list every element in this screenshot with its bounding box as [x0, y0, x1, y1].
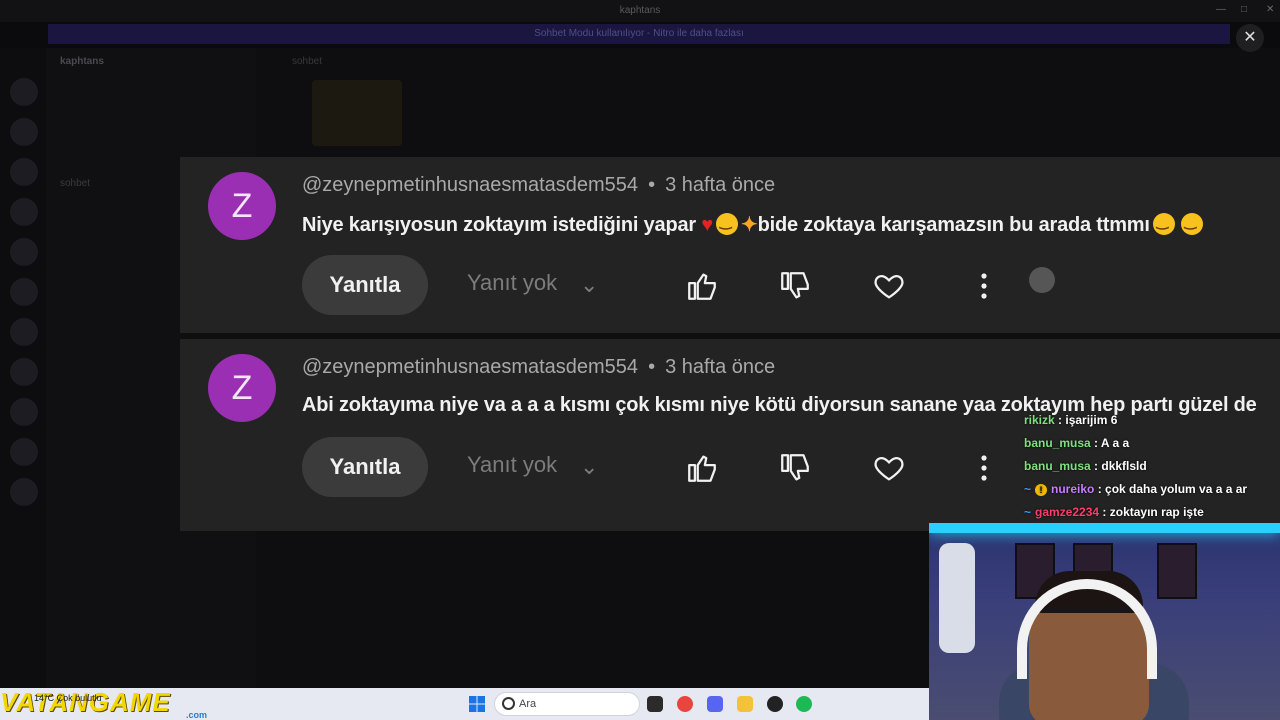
overlay-close-button[interactable]: ✕ [1236, 24, 1264, 52]
comment-text-part: Niye karışıyosun zoktayım istediğini yap… [302, 214, 696, 236]
taskbar-search[interactable]: Ara [494, 692, 640, 716]
chevron-down-icon[interactable]: ⌄ [580, 454, 598, 480]
window-title: kaphtans [619, 5, 661, 16]
window-titlebar: kaphtans [0, 0, 1280, 22]
taskbar: VATANGAME .com 14°C Çok bulutlu Ara [0, 687, 929, 720]
thumbs-up-icon[interactable] [685, 269, 719, 303]
file-explorer-icon[interactable] [737, 696, 753, 712]
comment-author[interactable]: @zeynepmetinhusnaesmatasdem554 [302, 356, 638, 378]
window-close-icon[interactable]: ✕ [1266, 4, 1274, 15]
server-icon[interactable] [10, 198, 38, 226]
chat-message: ~! nureiko : çok daha yolum va a a ar [1024, 482, 1247, 496]
comment: Z @zeynepmetinhusnaesmatasdem554 • 3 hafta… [180, 157, 1280, 333]
more-options-icon[interactable] [980, 451, 988, 485]
avatar[interactable]: Z [208, 354, 276, 422]
microphone [939, 543, 975, 653]
server-sidebar [0, 48, 46, 688]
webcam-feed [929, 523, 1280, 720]
windows-start-icon[interactable] [469, 696, 485, 712]
thumbs-down-icon[interactable] [778, 269, 812, 303]
led-strip [929, 523, 1280, 533]
weather-widget[interactable]: 14°C Çok bulutlu [34, 693, 102, 703]
chat-text: : çok daha yolum va a a ar [1097, 482, 1248, 496]
no-replies-label[interactable]: Yanıt yok [467, 270, 557, 296]
comment-text-part: bide zoktaya karışamazsın bu arada ttmmı [757, 214, 1150, 236]
server-icon[interactable] [10, 78, 38, 106]
server-icon[interactable] [10, 398, 38, 426]
server-icon[interactable] [10, 118, 38, 146]
thumbs-up-icon[interactable] [685, 451, 719, 485]
chat-username: banu_musa [1024, 459, 1091, 473]
discord-icon[interactable] [707, 696, 723, 712]
comment-time[interactable]: 3 hafta önce [665, 174, 775, 196]
comment-time[interactable]: 3 hafta önce [665, 356, 775, 378]
meta-separator: • [648, 356, 656, 378]
chat-username: nureiko [1051, 482, 1095, 496]
server-icon[interactable] [10, 158, 38, 186]
server-icon[interactable] [10, 278, 38, 306]
smile-emoji-icon [1180, 213, 1203, 235]
channel-header: sohbet [292, 56, 323, 67]
more-options-icon[interactable] [980, 269, 988, 303]
stream-chat: rikizk : işarijim 6 banu_musa : A a a ba… [1024, 413, 1280, 523]
server-icon[interactable] [10, 358, 38, 386]
banner-text: Sohbet Modu kullanılıyor - Nitro ile dah… [534, 28, 744, 39]
extension-badge-icon[interactable] [1029, 267, 1055, 293]
smile-emoji-icon [1152, 213, 1175, 235]
channel-item-sohbet[interactable]: sohbet [60, 178, 90, 194]
thumbs-down-icon[interactable] [778, 451, 812, 485]
comment-text: Niye karışıyosun zoktayım istediğini yap… [302, 212, 1206, 237]
server-icon[interactable] [10, 238, 38, 266]
sticker-image [312, 80, 402, 146]
server-name[interactable]: kaphtans [60, 56, 104, 72]
chat-text: : zoktayın rap işte [1102, 505, 1204, 519]
no-replies-label[interactable]: Yanıt yok [467, 452, 557, 478]
chat-message: ~ gamze2234 : zoktayın rap işte [1024, 505, 1204, 519]
maximize-icon[interactable]: □ [1241, 4, 1247, 15]
comment-author[interactable]: @zeynepmetinhusnaesmatasdem554 [302, 174, 638, 196]
comment-meta: @zeynepmetinhusnaesmatasdem554 • 3 hafta ö… [302, 356, 775, 379]
nitro-banner: Sohbet Modu kullanılıyor - Nitro ile dah… [48, 24, 1230, 44]
chat-text: : A a a [1094, 436, 1130, 450]
reply-button[interactable]: Yanıtla [302, 255, 428, 315]
chat-text: : dkkflsld [1094, 459, 1147, 473]
logo-suffix: .com [186, 710, 208, 720]
heart-icon[interactable] [872, 451, 906, 485]
subscriber-badge-icon: ~ [1024, 505, 1032, 519]
chat-text: : işarijim 6 [1058, 413, 1118, 427]
spotify-icon[interactable] [796, 696, 812, 712]
chat-message: rikizk : işarijim 6 [1024, 413, 1117, 427]
server-icon[interactable] [10, 318, 38, 346]
task-view-icon[interactable] [647, 696, 663, 712]
heart-icon[interactable] [872, 269, 906, 303]
comment-meta: @zeynepmetinhusnaesmatasdem554 • 3 hafta ö… [302, 174, 775, 197]
chevron-down-icon[interactable]: ⌄ [580, 272, 598, 298]
server-icon[interactable] [10, 438, 38, 466]
meta-separator: • [648, 174, 656, 196]
minimize-icon[interactable]: — [1216, 4, 1226, 15]
chat-username: gamze2234 [1035, 505, 1100, 519]
chat-message: banu_musa : dkkflsld [1024, 459, 1147, 473]
reply-button[interactable]: Yanıtla [302, 437, 428, 497]
search-placeholder: Ara [519, 698, 537, 710]
close-icon: ✕ [1243, 29, 1257, 46]
warning-badge-icon: ! [1035, 484, 1048, 496]
chat-username: rikizk [1024, 413, 1055, 427]
wall-poster [1157, 543, 1197, 599]
subscriber-badge-icon: ~ [1024, 482, 1032, 496]
heart-emoji-icon: ♥ [701, 214, 714, 236]
search-icon [502, 697, 515, 710]
obs-icon[interactable] [767, 696, 783, 712]
smile-emoji-icon [716, 213, 739, 235]
server-icon[interactable] [10, 478, 38, 506]
chrome-icon[interactable] [677, 696, 693, 712]
party-popper-icon: ✦ [741, 214, 758, 236]
chat-username: banu_musa [1024, 436, 1091, 450]
chat-message: banu_musa : A a a [1024, 436, 1129, 450]
avatar[interactable]: Z [208, 172, 276, 240]
